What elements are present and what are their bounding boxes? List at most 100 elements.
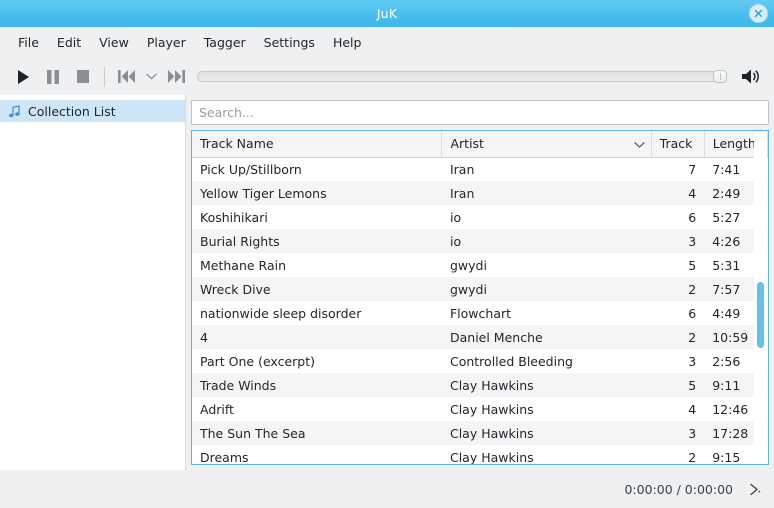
cell-track: 4	[651, 181, 705, 205]
chevron-right-icon	[750, 483, 761, 495]
cell-artist: Iran	[441, 157, 652, 181]
menu-help[interactable]: Help	[324, 32, 371, 53]
table-row[interactable]: The Sun The Sea Clay Hawkins 3 17:28	[192, 421, 768, 445]
player-menu-button[interactable]	[141, 63, 161, 91]
cell-artist: Flowchart	[441, 301, 652, 325]
track-table-body: Pick Up/Stillborn Iran 7 7:41 Yellow Tiger L…	[192, 157, 768, 464]
table-row[interactable]: Koshihikari io 6 5:27	[192, 205, 768, 229]
vertical-scrollbar[interactable]	[754, 132, 767, 464]
cell-track-name: nationwide sleep disorder	[192, 301, 442, 325]
window-title: JuK	[376, 6, 398, 21]
cell-track: 5	[651, 373, 705, 397]
cell-artist: Daniel Menche	[441, 325, 652, 349]
menu-settings[interactable]: Settings	[255, 32, 324, 53]
close-button[interactable]	[749, 4, 768, 23]
chevron-down-icon	[145, 73, 157, 80]
table-row[interactable]: 4 Daniel Menche 2 10:59	[192, 325, 768, 349]
toolbar-separator	[104, 66, 105, 87]
column-header-length-label: Length	[712, 136, 756, 152]
cell-track-name: Pick Up/Stillborn	[192, 157, 442, 181]
table-row[interactable]: Adrift Clay Hawkins 4 12:46	[192, 397, 768, 421]
cell-track-name: Methane Rain	[192, 253, 442, 277]
sort-indicator	[634, 136, 645, 151]
cell-artist: Clay Hawkins	[441, 445, 652, 464]
table-row[interactable]: Pick Up/Stillborn Iran 7 7:41	[192, 157, 768, 181]
volume-icon	[742, 69, 759, 84]
menu-file[interactable]: File	[9, 32, 48, 53]
search-input[interactable]	[199, 105, 761, 120]
close-icon	[754, 9, 763, 18]
table-row[interactable]: nationwide sleep disorder Flowchart 6 4:49	[192, 301, 768, 325]
stop-button[interactable]	[68, 63, 98, 91]
statusbar: 0:00:00 / 0:00:00	[0, 470, 774, 508]
pause-button[interactable]	[38, 63, 68, 91]
cell-track: 2	[651, 277, 705, 301]
cell-track: 2	[651, 445, 705, 464]
cell-artist: Clay Hawkins	[441, 373, 652, 397]
seek-trough	[197, 71, 727, 82]
cell-artist: gwydi	[441, 277, 652, 301]
cell-artist: Controlled Bleeding	[441, 349, 652, 373]
juk-window: JuK File Edit View Player Tagger Setting…	[0, 0, 774, 508]
table-row[interactable]: Wreck Dive gwydi 2 7:57	[192, 277, 768, 301]
cell-track-name: Burial Rights	[192, 229, 442, 253]
table-row[interactable]: Methane Rain gwydi 5 5:31	[192, 253, 768, 277]
expand-button[interactable]	[747, 482, 762, 497]
cell-track: 2	[651, 325, 705, 349]
play-button[interactable]	[8, 63, 38, 91]
menu-edit[interactable]: Edit	[48, 32, 90, 53]
table-row[interactable]: Dreams Clay Hawkins 2 9:15	[192, 445, 768, 464]
cell-track-name: Koshihikari	[192, 205, 442, 229]
previous-track-icon	[117, 70, 135, 83]
column-header-track-name[interactable]: Track Name	[192, 131, 443, 158]
volume-button[interactable]	[736, 63, 766, 91]
menubar: File Edit View Player Tagger Settings He…	[0, 27, 774, 58]
player-toolbar	[0, 58, 774, 95]
cell-artist: gwydi	[441, 253, 652, 277]
stop-icon	[77, 70, 89, 83]
previous-track-button[interactable]	[111, 63, 141, 91]
seek-slider[interactable]	[197, 70, 727, 83]
track-table: Track Name Artist Track Length Pick Up/S…	[192, 131, 768, 464]
column-header-artist[interactable]: Artist	[441, 131, 652, 158]
menu-view[interactable]: View	[90, 32, 138, 53]
titlebar: JuK	[0, 0, 774, 27]
cell-artist: Clay Hawkins	[441, 421, 652, 445]
cell-track: 3	[651, 349, 705, 373]
menu-player[interactable]: Player	[138, 32, 195, 53]
chevron-down-icon	[634, 141, 645, 148]
table-row[interactable]: Trade Winds Clay Hawkins 5 9:11	[192, 373, 768, 397]
cell-track: 3	[651, 229, 705, 253]
sidebar-item-collection-list[interactable]: Collection List	[0, 100, 185, 122]
playback-time: 0:00:00 / 0:00:00	[624, 481, 733, 497]
cell-track-name: Adrift	[192, 397, 442, 421]
column-header-artist-label: Artist	[450, 136, 484, 152]
seek-handle[interactable]	[713, 70, 727, 83]
cell-track-name: Trade Winds	[192, 373, 442, 397]
music-note-icon	[9, 104, 20, 117]
cell-track: 6	[651, 205, 705, 229]
cell-track-name: Yellow Tiger Lemons	[192, 181, 442, 205]
search-box[interactable]	[191, 100, 769, 125]
scrollbar-thumb[interactable]	[757, 282, 764, 348]
menu-tagger[interactable]: Tagger	[195, 32, 255, 53]
cell-track-name: Part One (excerpt)	[192, 349, 442, 373]
table-row[interactable]: Part One (excerpt) Controlled Bleeding 3 2:…	[192, 349, 768, 373]
column-header-track[interactable]: Track	[651, 131, 705, 158]
collection-pane: Track Name Artist Track	[186, 95, 774, 470]
table-header-row: Track Name Artist Track Length	[192, 131, 768, 158]
cell-artist: Clay Hawkins	[441, 397, 652, 421]
column-header-track-label: Track	[659, 136, 693, 152]
cell-artist: io	[441, 205, 652, 229]
play-icon	[17, 69, 29, 84]
table-row[interactable]: Yellow Tiger Lemons Iran 4 2:49	[192, 181, 768, 205]
next-track-button[interactable]	[161, 63, 191, 91]
cell-track-name: The Sun The Sea	[192, 421, 442, 445]
cell-track: 4	[651, 397, 705, 421]
next-track-icon	[167, 70, 185, 83]
track-table-container: Track Name Artist Track Length Pick Up/S…	[191, 130, 769, 465]
table-row[interactable]: Burial Rights io 3 4:26	[192, 229, 768, 253]
pause-icon	[47, 69, 59, 84]
playlist-sidebar: Collection List	[0, 95, 186, 470]
cell-track-name: Wreck Dive	[192, 277, 442, 301]
